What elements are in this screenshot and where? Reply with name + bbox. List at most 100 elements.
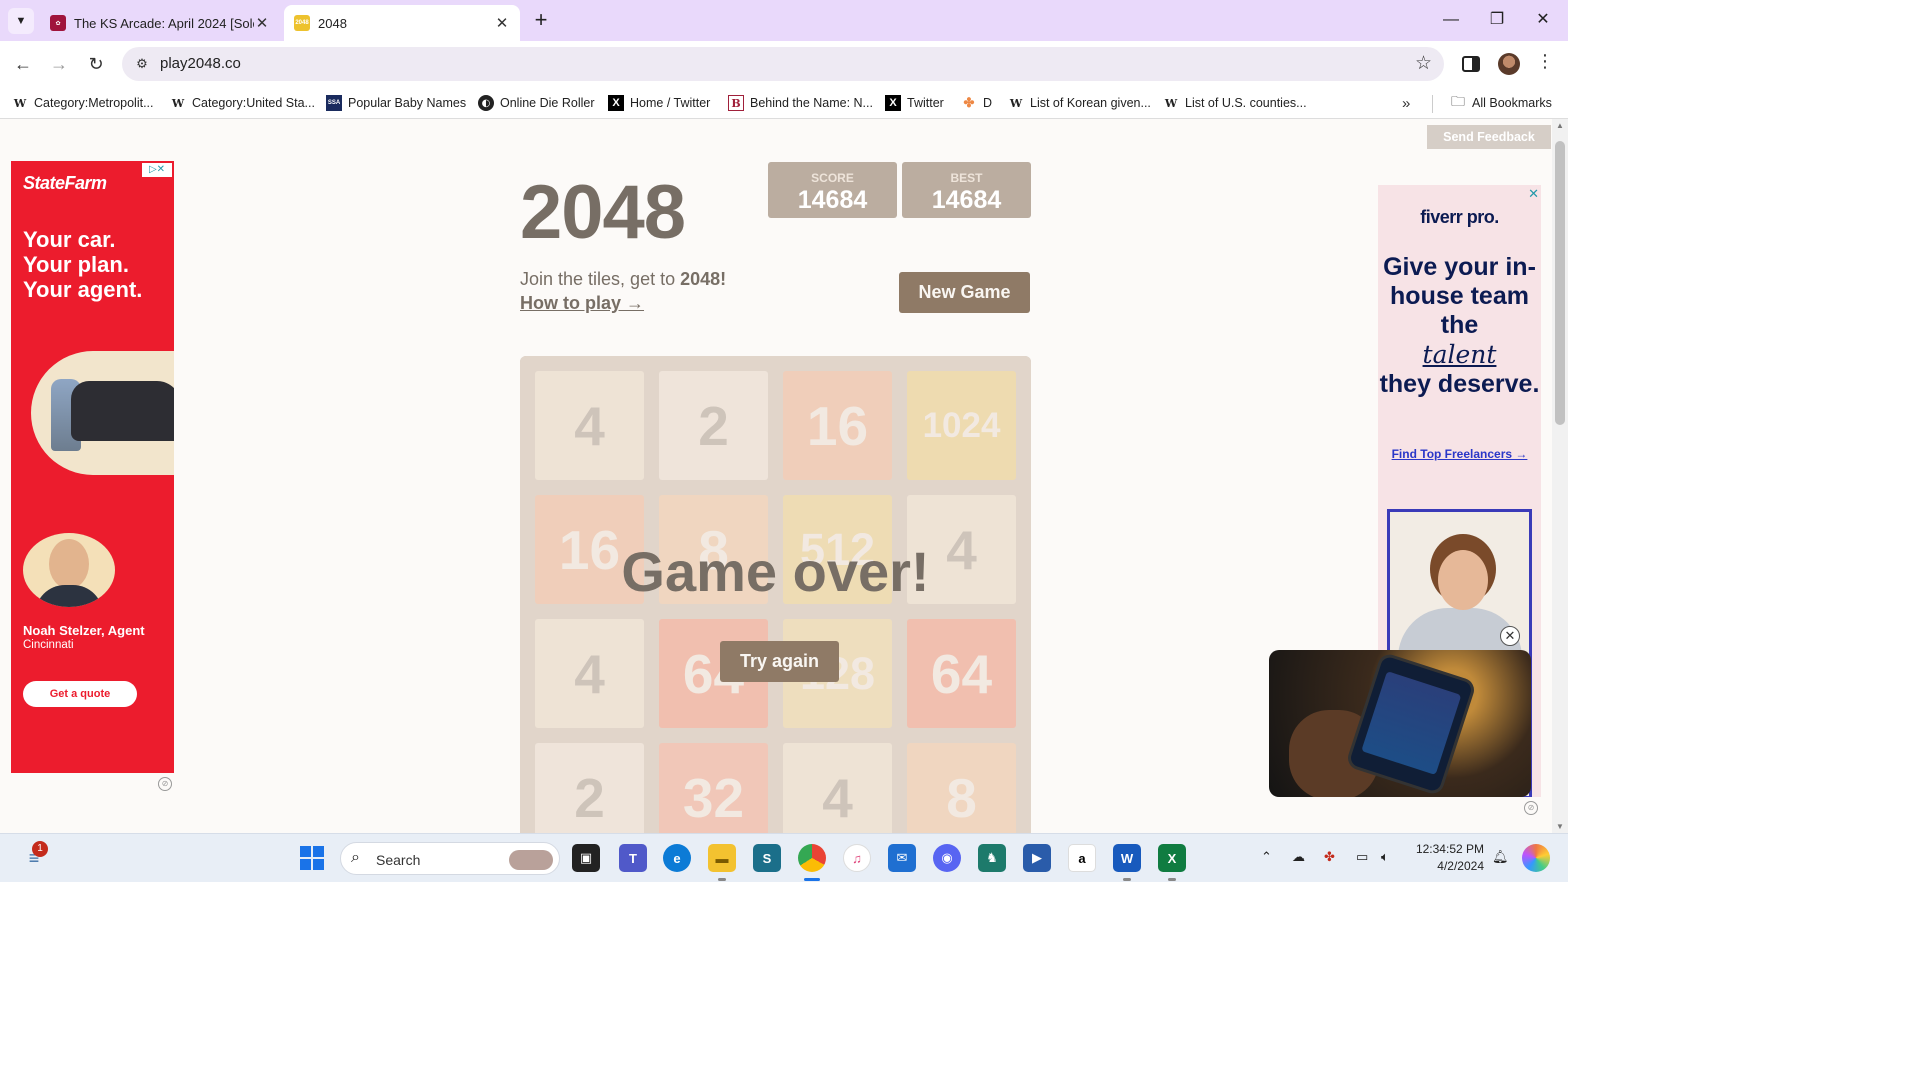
- network-icon[interactable]: ▭: [1356, 849, 1368, 865]
- profile-avatar[interactable]: [1498, 53, 1520, 75]
- onedrive-icon[interactable]: ☁: [1292, 849, 1305, 865]
- bookmark-item[interactable]: X Twitter: [885, 95, 944, 111]
- teams-icon[interactable]: T: [619, 844, 647, 872]
- bookmark-item[interactable]: ◐ Online Die Roller: [478, 95, 594, 111]
- agent-name: Noah Stelzer, Agent: [23, 623, 145, 638]
- globe-icon: ◐: [478, 95, 494, 111]
- media-player-icon[interactable]: ▶: [1023, 844, 1051, 872]
- all-bookmarks-button[interactable]: 🗀 All Bookmarks: [1450, 93, 1552, 111]
- statefarm-logo: StateFarm: [23, 173, 107, 193]
- menu-kebab-icon[interactable]: ⋮: [1536, 51, 1554, 72]
- page-viewport: Send Feedback StateFarm ▷✕ Your car. You…: [0, 119, 1568, 833]
- tab-ks-arcade[interactable]: ✿ The KS Arcade: April 2024 [Solo ✕: [40, 5, 280, 41]
- copilot-icon[interactable]: [1522, 844, 1550, 872]
- task-view-icon[interactable]: ▣: [572, 844, 600, 872]
- app-shield-icon[interactable]: ♞: [978, 844, 1006, 872]
- bookmark-label: Behind the Name: N...: [750, 96, 873, 110]
- start-icon[interactable]: [298, 844, 326, 872]
- fiverr-logo: fiverr pro.: [1420, 207, 1499, 227]
- volume-icon[interactable]: 🔈︎: [1381, 849, 1389, 865]
- bookmark-label: Category:Metropolit...: [34, 96, 154, 110]
- bookmark-item[interactable]: W Category:United Sta...: [170, 95, 315, 111]
- video-ad-player[interactable]: [1269, 650, 1531, 797]
- app-tray-icon[interactable]: ✤: [1324, 849, 1335, 865]
- address-bar[interactable]: ⚙ play2048.co ☆: [122, 47, 1444, 81]
- how-to-play-link[interactable]: How to play →: [520, 293, 644, 314]
- close-video-icon[interactable]: ✕: [1500, 626, 1520, 646]
- notification-bell-icon[interactable]: 🔔︎: [1492, 849, 1509, 865]
- bookmark-label: Home / Twitter: [630, 96, 711, 110]
- mail-icon[interactable]: ✉: [888, 844, 916, 872]
- forward-button[interactable]: →: [46, 51, 72, 77]
- chrome-icon[interactable]: [798, 844, 826, 872]
- new-game-button[interactable]: New Game: [899, 272, 1030, 313]
- taskbar-search[interactable]: ⌕ Search: [340, 842, 560, 875]
- amazon-icon[interactable]: a: [1068, 844, 1096, 872]
- send-feedback-button[interactable]: Send Feedback: [1427, 125, 1551, 149]
- reload-button[interactable]: ↻: [83, 51, 109, 77]
- bookmark-item[interactable]: W List of U.S. counties...: [1163, 95, 1307, 111]
- wikipedia-icon: W: [1164, 96, 1178, 110]
- word-icon[interactable]: W: [1113, 844, 1141, 872]
- agent-head: [49, 539, 89, 589]
- bookmark-item[interactable]: ✤ D: [961, 95, 992, 111]
- excel-icon[interactable]: X: [1158, 844, 1186, 872]
- agent-city: Cincinnati: [23, 639, 74, 651]
- tab-2048[interactable]: 2048 2048 ✕: [284, 5, 520, 41]
- adchoices-icon[interactable]: ▷✕: [142, 163, 172, 177]
- close-tab-icon[interactable]: ✕: [254, 14, 270, 32]
- bookmark-label: List of Korean given...: [1030, 96, 1151, 110]
- side-panel-icon[interactable]: [1460, 53, 1482, 75]
- more-bookmarks-chevron-icon[interactable]: »: [1402, 95, 1410, 112]
- file-explorer-icon[interactable]: ▬: [708, 844, 736, 872]
- minimize-button[interactable]: —: [1428, 6, 1474, 34]
- find-freelancers-link[interactable]: Find Top Freelancers →: [1378, 447, 1541, 461]
- ad-info-icon[interactable]: ⊘: [158, 777, 172, 791]
- headline-part: Give your in-house team the: [1383, 253, 1536, 339]
- bookmark-item[interactable]: W List of Korean given...: [1008, 95, 1151, 111]
- app-s-icon[interactable]: S: [753, 844, 781, 872]
- bookmark-label: Online Die Roller: [500, 96, 595, 110]
- ad-info-icon[interactable]: ⊘: [1524, 801, 1538, 815]
- try-again-button[interactable]: Try again: [720, 641, 839, 682]
- score-label: SCORE: [811, 171, 854, 185]
- intro-plain: Join the tiles, get to: [520, 269, 681, 289]
- edge-icon[interactable]: e: [663, 844, 691, 872]
- bookmark-item[interactable]: W Category:Metropolit...: [12, 95, 154, 111]
- best-box: BEST 14684: [902, 162, 1031, 218]
- bookmark-label: Twitter: [907, 96, 944, 110]
- clock[interactable]: 12:34:52 PM 4/2/2024: [1410, 841, 1484, 875]
- tab-search-button[interactable]: ▼: [8, 8, 34, 34]
- page-scrollbar[interactable]: ▲ ▼: [1552, 119, 1568, 833]
- wikipedia-icon: W: [13, 96, 27, 110]
- scroll-down-icon[interactable]: ▼: [1552, 822, 1568, 831]
- close-window-button[interactable]: ✕: [1520, 6, 1566, 34]
- bookmark-star-icon[interactable]: ☆: [1415, 52, 1432, 75]
- headline-line: Your plan.: [23, 252, 129, 277]
- itunes-icon[interactable]: ♫: [843, 844, 871, 872]
- show-hidden-icons-icon[interactable]: ⌃: [1261, 849, 1272, 865]
- get-quote-button[interactable]: Get a quote: [23, 681, 137, 707]
- scroll-up-icon[interactable]: ▲: [1552, 121, 1568, 130]
- back-button[interactable]: ←: [10, 51, 36, 77]
- ad-close-icon[interactable]: ✕: [1528, 186, 1539, 202]
- close-tab-icon[interactable]: ✕: [494, 14, 510, 32]
- wikipedia-icon: W: [1009, 96, 1023, 110]
- ssa-icon: SSA: [326, 95, 342, 111]
- agent-suit: [35, 585, 103, 607]
- clock-time: 12:34:52 PM: [1415, 842, 1484, 856]
- url-text[interactable]: play2048.co: [160, 55, 241, 72]
- video-phone-screen: [1361, 671, 1462, 776]
- bookmark-item[interactable]: X Home / Twitter: [608, 95, 710, 111]
- tab-title: The KS Arcade: April 2024 [Solo: [74, 15, 254, 31]
- bookmark-item[interactable]: B Behind the Name: N...: [728, 95, 873, 111]
- new-tab-button[interactable]: +: [530, 8, 552, 32]
- site-info-icon[interactable]: ⚙: [132, 54, 152, 74]
- bookmark-item[interactable]: SSA Popular Baby Names: [326, 95, 466, 111]
- scrollbar-thumb[interactable]: [1555, 141, 1565, 425]
- bookmark-label: List of U.S. counties...: [1185, 96, 1307, 110]
- discord-icon[interactable]: ◉: [933, 844, 961, 872]
- restore-button[interactable]: ❐: [1474, 6, 1520, 34]
- statefarm-ad[interactable]: StateFarm ▷✕ Your car. Your plan. Your a…: [11, 161, 174, 773]
- search-label: Search: [376, 852, 421, 868]
